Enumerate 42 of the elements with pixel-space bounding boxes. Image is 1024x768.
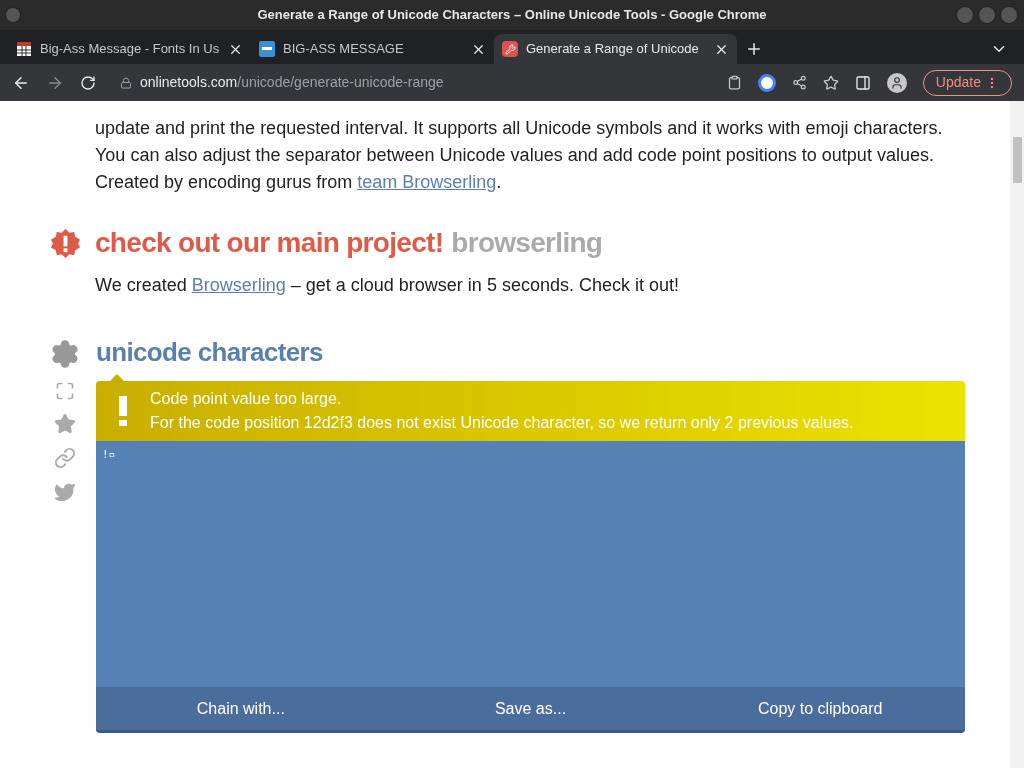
window-title: Generate a Range of Unicode Characters – Online Unicode Tools - Google Chrome: [257, 6, 767, 25]
browser-tab[interactable]: Big-Ass Message - Fonts In Us: [8, 34, 251, 64]
action-button[interactable]: Save as...: [385, 687, 676, 730]
warning-icon: [119, 396, 127, 426]
browser-tab[interactable]: BIG-ASS MESSAGE: [251, 34, 494, 64]
warning-message: For the code position 12d2f3 does not exist Unicode character, so we return only 2 previous values.: [150, 413, 854, 433]
bookmark-star-icon[interactable]: [822, 74, 839, 91]
alert-badge-icon: [50, 227, 81, 259]
settings-icon[interactable]: [50, 339, 80, 369]
share-icon[interactable]: [791, 75, 807, 90]
star-icon[interactable]: [54, 413, 76, 435]
grid-icon: [16, 41, 32, 57]
team-link[interactable]: team Browserling: [357, 172, 497, 192]
browserling-link[interactable]: Browserling: [191, 275, 286, 295]
tab-title: BIG-ASS MESSAGE: [283, 40, 405, 59]
bam-logo-icon: [259, 41, 275, 57]
browser-tab[interactable]: Generate a Range of Unicode: [494, 34, 737, 64]
google-icon[interactable]: [757, 73, 776, 92]
lock-icon: [120, 76, 132, 89]
action-button[interactable]: Chain with...: [96, 687, 386, 730]
project-subtitle: browserling: [451, 226, 603, 260]
new-tab-icon[interactable]: [745, 40, 763, 58]
intro-text: Created by encoding gurus from team Browserling.: [95, 171, 503, 194]
tab-title: Generate a Range of Unicode: [526, 40, 700, 59]
project-text: We created Browserling – get a cloud browser in 5 seconds. Check it out!: [94, 274, 680, 297]
warning-title: Code point value too large.: [150, 389, 343, 409]
pointer-notch: [110, 374, 124, 381]
tab-title: Big-Ass Message - Fonts In Us: [40, 40, 220, 59]
reload-icon[interactable]: [80, 74, 96, 91]
action-button[interactable]: Copy to clipboard: [675, 687, 965, 730]
side-panel-icon[interactable]: [854, 74, 871, 91]
output-area[interactable]: !▫: [96, 441, 965, 687]
profile-icon[interactable]: [886, 72, 907, 93]
intro-text: update and print the requested interval. It supports all Unicode symbols and it works with emoji characters.: [95, 117, 944, 140]
address-bar[interactable]: onlinetools.com/unicode/generate-unicode-range: [112, 68, 711, 97]
project-heading: check out our main project!: [95, 226, 444, 260]
intro-text: You can also adjust the separator between Unicode values and add code point positions to output values.: [95, 144, 935, 167]
url-text: onlinetools.com/unicode/generate-unicode-range: [140, 73, 444, 92]
tool-heading: unicode characters: [96, 336, 324, 369]
wrench-icon: [502, 41, 518, 57]
clipboard-icon[interactable]: [726, 75, 742, 90]
scrollbar-thumb[interactable]: [1012, 137, 1022, 183]
